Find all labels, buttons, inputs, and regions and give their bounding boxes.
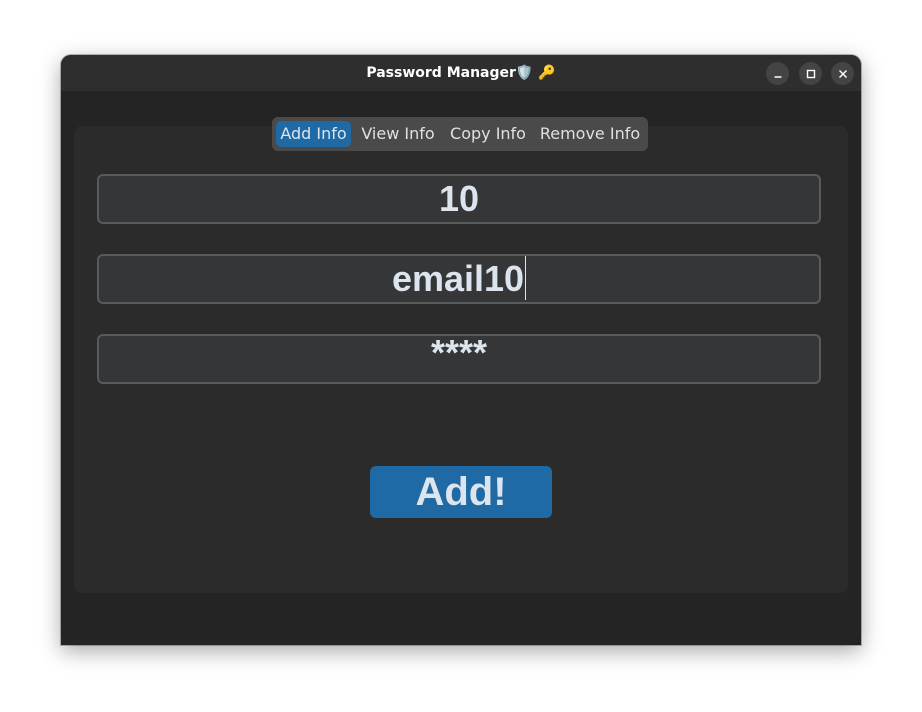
tab-remove-info[interactable]: Remove Info (536, 121, 644, 147)
minimize-button[interactable] (766, 62, 789, 85)
tab-add-info[interactable]: Add Info (276, 121, 351, 147)
add-button[interactable]: Add! (370, 466, 552, 518)
close-icon (838, 69, 848, 79)
text-cursor (525, 256, 527, 301)
password-input-value: **** (430, 334, 488, 373)
site-input-value: 10 (438, 178, 480, 219)
minimize-icon (773, 69, 783, 79)
password-input[interactable]: **** (97, 334, 821, 384)
maximize-icon (806, 69, 816, 79)
window-title: Password Manager🛡️ 🔑 (366, 65, 556, 81)
site-input[interactable]: 10 (97, 174, 821, 224)
email-input[interactable]: email10 (97, 254, 821, 304)
title-bar[interactable]: Password Manager🛡️ 🔑 (61, 55, 861, 91)
tab-copy-info[interactable]: Copy Info (446, 121, 530, 147)
maximize-button[interactable] (799, 62, 822, 85)
email-input-value: email10 (391, 258, 525, 299)
close-button[interactable] (831, 62, 854, 85)
app-window: Password Manager🛡️ 🔑 Add Info View Info … (61, 55, 861, 645)
tab-bar: Add Info View Info Copy Info Remove Info (272, 117, 648, 151)
tab-view-info[interactable]: View Info (356, 121, 440, 147)
